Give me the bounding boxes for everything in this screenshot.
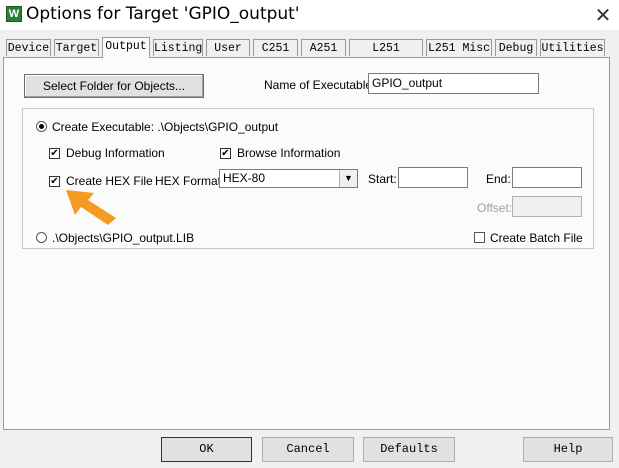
app-icon: W	[6, 6, 22, 22]
create-library-label: .\Objects\GPIO_output.LIB	[52, 231, 195, 245]
offset-label: Offset:	[477, 201, 513, 215]
cancel-button[interactable]: Cancel	[262, 437, 354, 462]
annotation-arrow-icon	[66, 190, 116, 225]
tab-l251-locate[interactable]: L251 Locate	[349, 39, 423, 72]
create-executable-label: Create Executable: .\Objects\GPIO_output	[52, 120, 279, 134]
browse-information-label: Browse Information	[237, 146, 341, 160]
close-icon[interactable]: ✕	[590, 2, 616, 28]
tab-user[interactable]: User	[206, 39, 250, 56]
select-folder-button[interactable]: Select Folder for Objects...	[24, 74, 204, 98]
hex-format-value: HEX-80	[223, 171, 266, 185]
create-library-radio[interactable]	[36, 232, 47, 243]
browse-information-checkbox[interactable]: ✔	[220, 148, 231, 159]
tab-c251[interactable]: C251	[253, 39, 298, 56]
offset-input	[512, 196, 582, 217]
start-address-input[interactable]	[398, 167, 468, 188]
create-hex-file-checkbox[interactable]: ✔	[49, 176, 60, 187]
name-of-executable-input[interactable]: GPIO_output	[368, 73, 539, 94]
debug-information-label: Debug Information	[66, 146, 165, 160]
hex-format-select[interactable]: HEX-80 ▼	[219, 169, 358, 188]
tab-listing[interactable]: Listing	[153, 39, 203, 56]
hex-format-label: HEX Format:	[155, 174, 225, 188]
create-hex-file-label: Create HEX File	[66, 174, 153, 188]
chevron-down-icon[interactable]: ▼	[339, 170, 357, 187]
tab-utilities[interactable]: Utilities	[540, 39, 605, 56]
debug-information-checkbox[interactable]: ✔	[49, 148, 60, 159]
annotation-arrow-shape	[66, 190, 116, 225]
ok-button[interactable]: OK	[161, 437, 252, 462]
tab-target[interactable]: Target	[54, 39, 99, 56]
create-executable-radio[interactable]	[36, 121, 47, 132]
name-of-executable-label: Name of Executable:	[264, 78, 376, 92]
create-batch-file-label: Create Batch File	[490, 231, 583, 245]
help-button[interactable]: Help	[523, 437, 613, 462]
end-label: End:	[486, 172, 511, 186]
defaults-button[interactable]: Defaults	[363, 437, 455, 462]
tab-debug[interactable]: Debug	[495, 39, 537, 56]
tab-l251-misc[interactable]: L251 Misc	[426, 39, 492, 56]
tab-device[interactable]: Device	[6, 39, 51, 56]
create-batch-file-checkbox[interactable]	[474, 232, 485, 243]
tab-output[interactable]: Output	[102, 37, 150, 58]
end-address-input[interactable]	[512, 167, 582, 188]
title-bar: W Options for Target 'GPIO_output' ✕	[0, 0, 619, 30]
window-title: Options for Target 'GPIO_output'	[26, 4, 300, 24]
tab-a251[interactable]: A251	[301, 39, 346, 56]
start-label: Start:	[368, 172, 397, 186]
